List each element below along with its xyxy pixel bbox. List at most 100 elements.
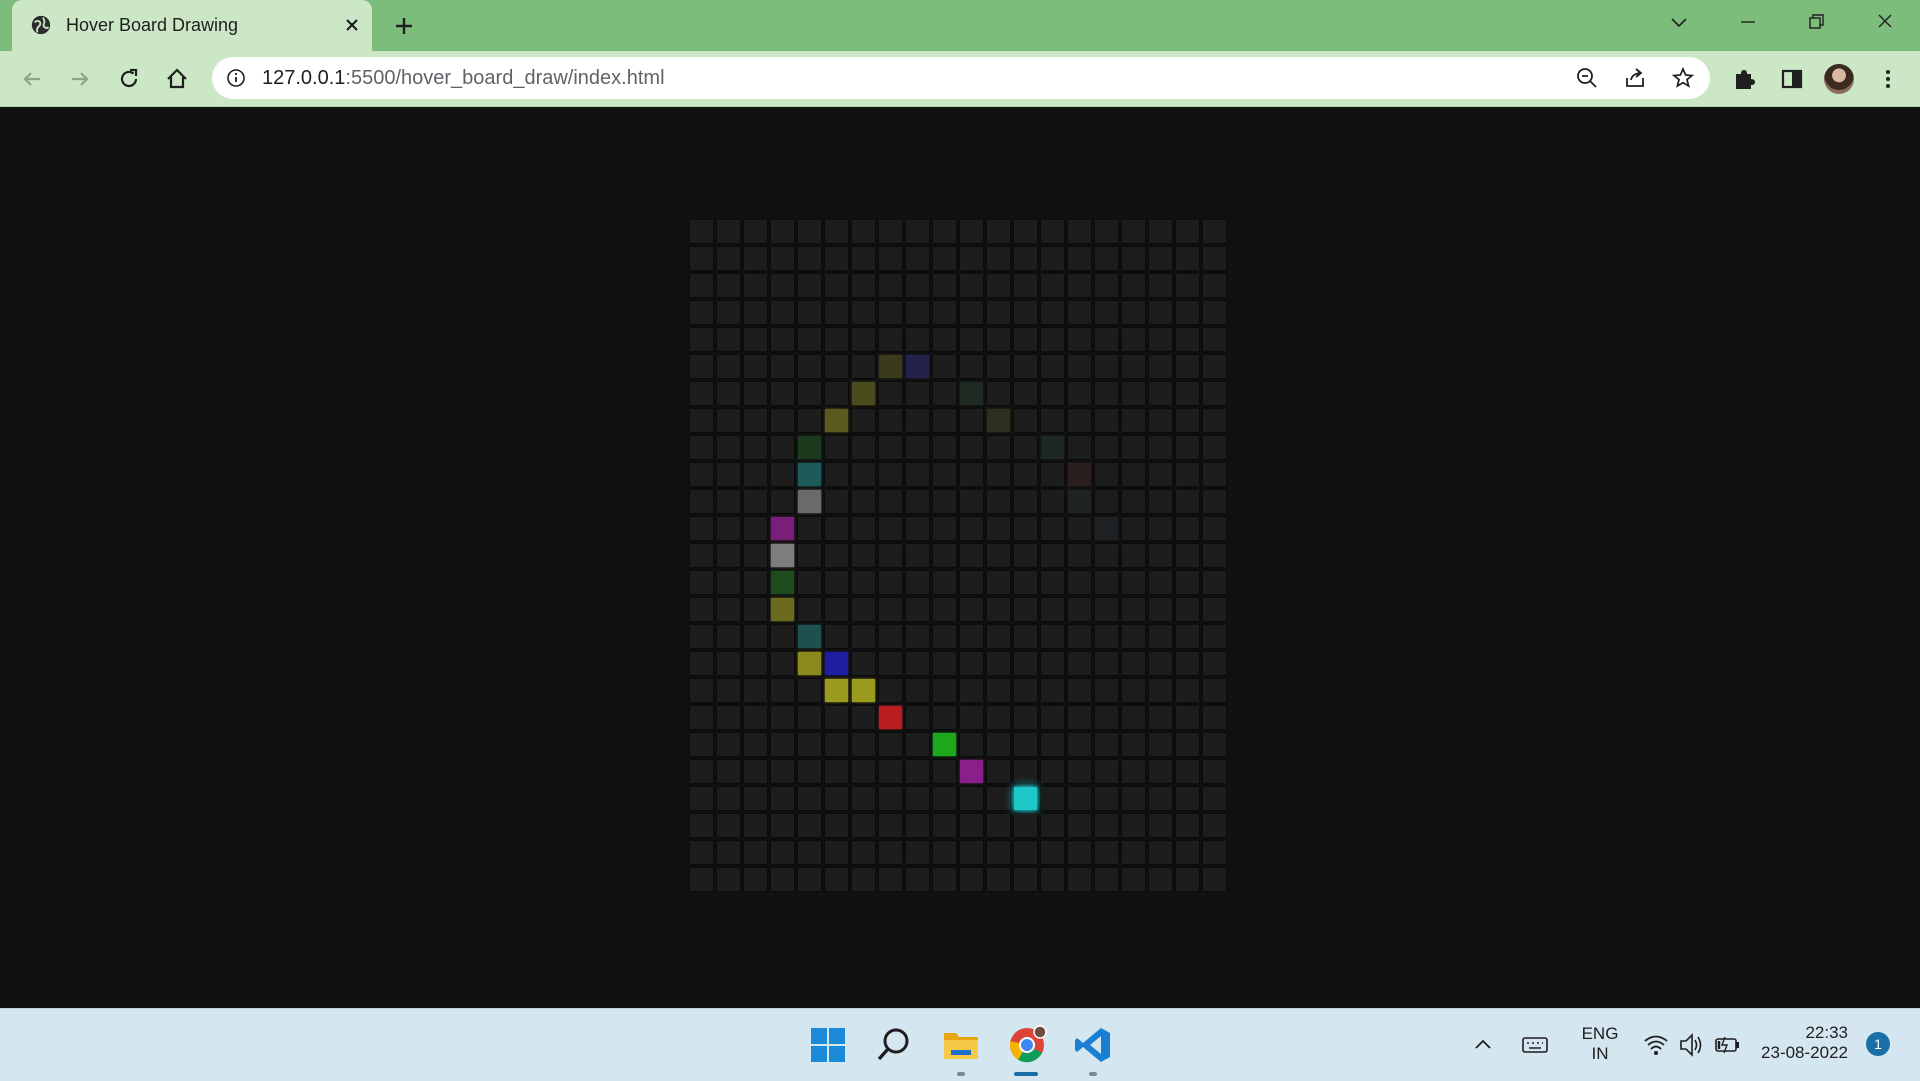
board-square[interactable] — [1095, 247, 1118, 270]
board-square[interactable] — [717, 652, 740, 675]
board-square[interactable] — [1176, 733, 1199, 756]
board-square[interactable] — [1068, 355, 1091, 378]
board-square[interactable] — [987, 652, 1010, 675]
board-square[interactable] — [1068, 679, 1091, 702]
board-square[interactable] — [825, 652, 848, 675]
board-square[interactable] — [1095, 652, 1118, 675]
board-square[interactable] — [744, 274, 767, 297]
board-square[interactable] — [798, 274, 821, 297]
board-square[interactable] — [879, 625, 902, 648]
board-square[interactable] — [825, 301, 848, 324]
board-square[interactable] — [1203, 760, 1226, 783]
board-square[interactable] — [690, 247, 713, 270]
board-square[interactable] — [717, 517, 740, 540]
board-square[interactable] — [717, 463, 740, 486]
board-square[interactable] — [879, 868, 902, 891]
board-square[interactable] — [744, 382, 767, 405]
board-square[interactable] — [960, 598, 983, 621]
board-square[interactable] — [825, 733, 848, 756]
board-square[interactable] — [1014, 301, 1037, 324]
board-square[interactable] — [1149, 436, 1172, 459]
board-square[interactable] — [1041, 328, 1064, 351]
board-square[interactable] — [1041, 409, 1064, 432]
board-square[interactable] — [1122, 544, 1145, 567]
board-square[interactable] — [1176, 679, 1199, 702]
board-square[interactable] — [690, 490, 713, 513]
board-square[interactable] — [852, 436, 875, 459]
board-square[interactable] — [852, 490, 875, 513]
board-square[interactable] — [1149, 382, 1172, 405]
board-square[interactable] — [1203, 247, 1226, 270]
board-square[interactable] — [1014, 706, 1037, 729]
board-square[interactable] — [1014, 814, 1037, 837]
board-square[interactable] — [879, 247, 902, 270]
board-square[interactable] — [1095, 598, 1118, 621]
board-square[interactable] — [1203, 355, 1226, 378]
board-square[interactable] — [1149, 490, 1172, 513]
board-square[interactable] — [879, 598, 902, 621]
board-square[interactable] — [798, 517, 821, 540]
board-square[interactable] — [960, 355, 983, 378]
board-square[interactable] — [798, 814, 821, 837]
board-square[interactable] — [1176, 625, 1199, 648]
board-square[interactable] — [744, 706, 767, 729]
reload-icon[interactable] — [115, 65, 143, 93]
board-square[interactable] — [717, 868, 740, 891]
board-square[interactable] — [1014, 409, 1037, 432]
board-square[interactable] — [1176, 409, 1199, 432]
board-square[interactable] — [879, 463, 902, 486]
board-square[interactable] — [1095, 463, 1118, 486]
board-square[interactable] — [906, 733, 929, 756]
board-square[interactable] — [1176, 301, 1199, 324]
board-square[interactable] — [906, 436, 929, 459]
board-square[interactable] — [1203, 841, 1226, 864]
board-square[interactable] — [1176, 841, 1199, 864]
board-square[interactable] — [1014, 247, 1037, 270]
board-square[interactable] — [1068, 436, 1091, 459]
board-square[interactable] — [906, 220, 929, 243]
board-square[interactable] — [933, 463, 956, 486]
board-square[interactable] — [906, 679, 929, 702]
board-square[interactable] — [1122, 652, 1145, 675]
board-square[interactable] — [879, 220, 902, 243]
board-square[interactable] — [1041, 463, 1064, 486]
board-square[interactable] — [1122, 571, 1145, 594]
board-square[interactable] — [1068, 841, 1091, 864]
board-square[interactable] — [744, 868, 767, 891]
board-square[interactable] — [1068, 706, 1091, 729]
board-square[interactable] — [933, 247, 956, 270]
close-window-icon[interactable] — [1870, 10, 1900, 34]
board-square[interactable] — [1149, 301, 1172, 324]
board-square[interactable] — [906, 490, 929, 513]
board-square[interactable] — [1095, 868, 1118, 891]
board-square[interactable] — [852, 382, 875, 405]
board-square[interactable] — [825, 382, 848, 405]
board-square[interactable] — [798, 436, 821, 459]
board-square[interactable] — [1041, 706, 1064, 729]
board-square[interactable] — [771, 598, 794, 621]
board-square[interactable] — [1095, 355, 1118, 378]
board-square[interactable] — [987, 490, 1010, 513]
board-square[interactable] — [1014, 382, 1037, 405]
board-square[interactable] — [879, 787, 902, 810]
board-square[interactable] — [1122, 868, 1145, 891]
board-square[interactable] — [1068, 247, 1091, 270]
board-square[interactable] — [771, 490, 794, 513]
side-panel-icon[interactable] — [1778, 65, 1806, 93]
board-square[interactable] — [933, 355, 956, 378]
board-square[interactable] — [960, 841, 983, 864]
board-square[interactable] — [1068, 571, 1091, 594]
board-square[interactable] — [744, 625, 767, 648]
board-square[interactable] — [825, 787, 848, 810]
board-square[interactable] — [744, 409, 767, 432]
board-square[interactable] — [906, 652, 929, 675]
board-square[interactable] — [1014, 625, 1037, 648]
board-square[interactable] — [717, 490, 740, 513]
board-square[interactable] — [906, 517, 929, 540]
board-square[interactable] — [690, 733, 713, 756]
board-square[interactable] — [771, 760, 794, 783]
board-square[interactable] — [933, 544, 956, 567]
board-square[interactable] — [717, 706, 740, 729]
board-square[interactable] — [1149, 220, 1172, 243]
board-square[interactable] — [1203, 436, 1226, 459]
